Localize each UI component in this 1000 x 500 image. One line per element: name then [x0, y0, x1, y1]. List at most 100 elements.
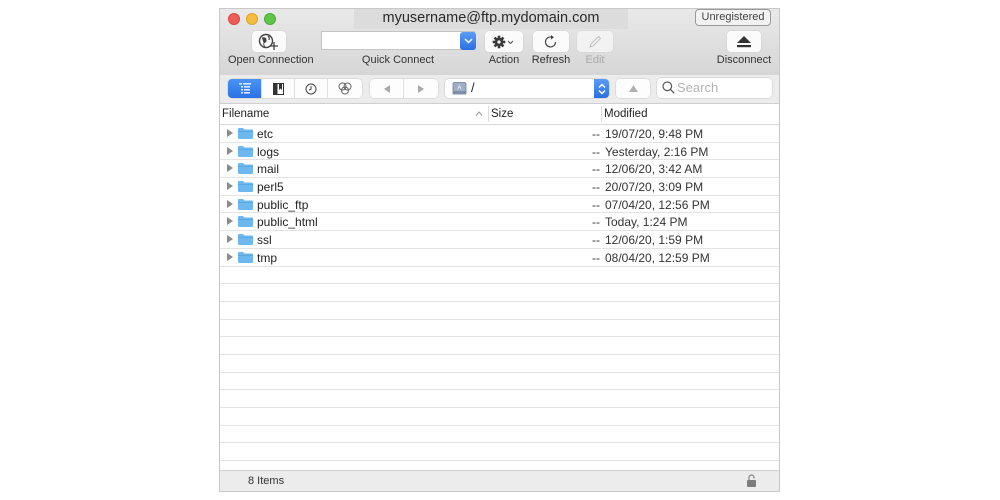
file-size: -- [592, 250, 600, 265]
disconnect-button[interactable] [727, 31, 761, 52]
path-selector[interactable]: A / [445, 79, 609, 98]
empty-row [220, 426, 779, 444]
file-name: public_html [257, 215, 318, 230]
bookmark-icon [272, 82, 284, 95]
refresh-button[interactable] [533, 31, 569, 52]
folder-icon [238, 198, 253, 210]
window-title: myusername@ftp.mydomain.com [382, 10, 600, 26]
open-connection-button[interactable] [252, 31, 286, 52]
action-button[interactable] [485, 31, 523, 52]
file-modified: 07/04/20, 12:56 PM [605, 197, 710, 212]
forward-arrow-icon [418, 84, 424, 93]
disclosure-triangle-icon[interactable] [227, 129, 233, 137]
file-modified: Yesterday, 2:16 PM [605, 144, 709, 159]
column-modified-label: Modified [604, 108, 648, 120]
folder-icon [238, 251, 253, 263]
file-name: public_ftp [257, 197, 309, 212]
history-navigation [370, 79, 438, 98]
refresh-label: Refresh [531, 54, 571, 66]
quick-connect-dropdown[interactable] [460, 32, 476, 50]
empty-row [220, 320, 779, 338]
svg-text:A: A [457, 86, 461, 92]
empty-row [220, 408, 779, 426]
search-input[interactable] [677, 79, 769, 96]
file-row[interactable]: public_ftp -- 07/04/20, 12:56 PM [220, 196, 779, 214]
back-button[interactable] [370, 79, 404, 98]
tab-bookmarks[interactable] [262, 79, 295, 98]
column-size[interactable]: Size [491, 104, 601, 124]
folder-icon [238, 128, 253, 139]
file-name: ssl [257, 233, 272, 248]
empty-row [220, 284, 779, 302]
file-row[interactable]: logs -- Yesterday, 2:16 PM [220, 143, 779, 161]
folder-icon [238, 181, 253, 193]
edit-label: Edit [585, 54, 605, 66]
file-list: etc -- 19/07/20, 9:48 PM logs -- Yesterday, 2… [220, 125, 779, 479]
empty-row [220, 267, 779, 285]
file-name: etc [257, 127, 274, 141]
search-icon [662, 81, 675, 94]
folder-icon [238, 163, 253, 175]
file-name: logs [257, 144, 280, 159]
zoom-window-button[interactable] [264, 13, 276, 25]
disclosure-triangle-icon[interactable] [227, 252, 233, 261]
edit-button[interactable] [577, 31, 613, 52]
file-row[interactable]: public_html -- Today, 1:24 PM [220, 213, 779, 232]
up-down-chevron-icon [598, 83, 605, 94]
file-size: -- [592, 180, 600, 195]
up-arrow-icon [628, 85, 638, 92]
file-row[interactable]: mail -- 12/06/20, 3:42 AM [220, 160, 779, 179]
view-switcher [228, 79, 362, 98]
status-bar: 8 Items [220, 470, 779, 491]
disclosure-triangle-icon[interactable] [227, 235, 233, 244]
empty-row [220, 390, 779, 408]
column-filename[interactable]: Filename [222, 104, 488, 124]
minimize-window-button[interactable] [246, 13, 258, 25]
quick-connect-label: Quick Connect [361, 54, 435, 66]
quick-connect-input[interactable] [321, 31, 475, 50]
path-dropdown-button[interactable] [594, 79, 609, 98]
column-modified[interactable]: Modified [604, 104, 774, 124]
file-modified: Today, 1:24 PM [605, 215, 688, 230]
disclosure-triangle-icon[interactable] [227, 199, 233, 208]
outline-view-icon [238, 83, 251, 94]
file-name: mail [257, 162, 280, 177]
column-divider[interactable] [601, 106, 602, 122]
tab-history[interactable] [295, 79, 328, 98]
bonjour-icon [338, 82, 352, 95]
item-count: 8 Items [248, 475, 285, 487]
file-row[interactable]: etc -- 19/07/20, 9:48 PM [220, 125, 779, 143]
tab-bonjour[interactable] [328, 79, 362, 98]
folder-icon [238, 216, 253, 228]
unregistered-badge[interactable]: Unregistered [695, 9, 771, 26]
title-toolbar: myusername@ftp.mydomain.com Unregistered… [220, 9, 779, 76]
file-row[interactable]: perl5 -- 20/07/20, 3:09 PM [220, 178, 779, 196]
close-window-button[interactable] [228, 13, 240, 25]
file-size: -- [592, 127, 600, 141]
forward-button[interactable] [404, 79, 438, 98]
unlocked-padlock-icon[interactable] [746, 474, 757, 488]
empty-row [220, 337, 779, 355]
disclosure-triangle-icon[interactable] [227, 217, 233, 226]
file-row[interactable]: tmp -- 08/04/20, 12:59 PM [220, 249, 779, 267]
search-field[interactable] [657, 78, 772, 98]
ftp-browser-window: myusername@ftp.mydomain.com Unregistered… [219, 8, 780, 492]
open-connection-label: Open Connection [228, 54, 314, 66]
file-row[interactable]: ssl -- 12/06/20, 1:59 PM [220, 231, 779, 249]
file-name: perl5 [257, 180, 284, 195]
disclosure-triangle-icon[interactable] [227, 182, 233, 191]
file-size: -- [592, 144, 600, 159]
back-arrow-icon [383, 84, 390, 93]
refresh-icon [544, 34, 557, 48]
column-divider[interactable] [488, 106, 489, 122]
current-path: / [471, 80, 475, 95]
file-modified: 12/06/20, 3:42 AM [605, 162, 703, 177]
file-modified: 20/07/20, 3:09 PM [605, 180, 704, 195]
file-size: -- [592, 162, 600, 177]
tab-browser[interactable] [228, 79, 262, 98]
disclosure-triangle-icon[interactable] [227, 164, 233, 173]
file-size: -- [592, 215, 600, 230]
column-filename-label: Filename [222, 108, 270, 120]
parent-directory-button[interactable] [616, 79, 650, 98]
disclosure-triangle-icon[interactable] [227, 146, 233, 155]
